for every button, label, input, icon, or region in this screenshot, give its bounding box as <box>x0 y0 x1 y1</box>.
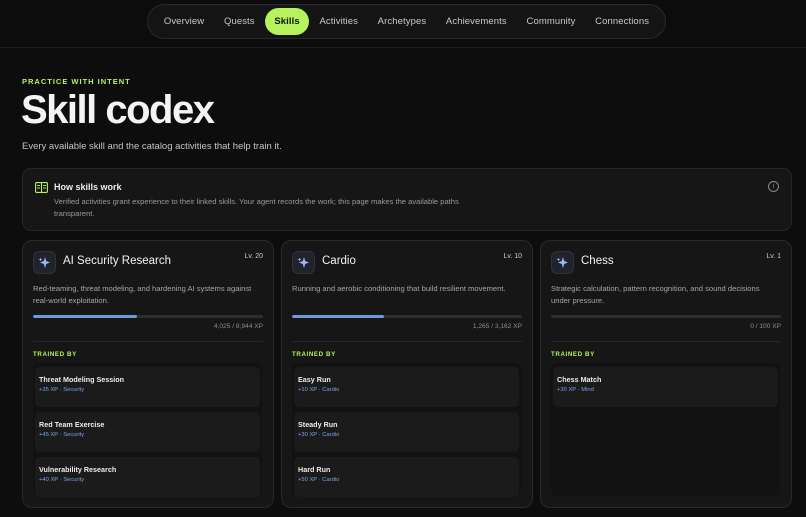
page-title: Skill codex <box>21 88 215 132</box>
skill-description: Strategic calculation, pattern recogniti… <box>551 284 760 305</box>
activity-item[interactable]: Red Team Exercise +45 XP · Security <box>35 412 260 452</box>
divider <box>33 341 263 342</box>
skill-level: Lv. 10 <box>503 253 522 260</box>
skill-card-cardio: Cardio Lv. 10 Running and aerobic condit… <box>281 240 533 508</box>
trained-by-label: TRAINED BY <box>292 351 336 358</box>
activity-meta: +10 XP · Cardio <box>298 387 340 393</box>
divider <box>551 341 781 342</box>
activity-name: Vulnerability Research <box>39 465 117 474</box>
activity-item[interactable]: Vulnerability Research +40 XP · Security <box>35 457 260 497</box>
activity-list: Threat Modeling Session +35 XP · Securit… <box>33 363 262 497</box>
page-eyebrow: PRACTICE WITH INTENT <box>22 77 131 86</box>
info-body: Verified activities grant experience to … <box>54 197 459 218</box>
skill-name: AI Security Research <box>63 255 172 267</box>
skill-name: Cardio <box>322 255 356 267</box>
divider <box>292 341 522 342</box>
main-nav: Overview Quests Skills Activities Archet… <box>147 4 666 39</box>
skill-level: Lv. 1 <box>766 253 781 260</box>
activity-name: Hard Run <box>298 465 331 474</box>
activity-list: Chess Match +30 XP · Mind <box>551 363 780 496</box>
activity-meta: +45 XP · Security <box>39 432 85 438</box>
activity-meta: +35 XP · Security <box>39 387 85 393</box>
activity-meta: +30 XP · Mind <box>557 387 594 393</box>
info-title: How skills work <box>54 182 122 192</box>
skill-description: Running and aerobic conditioning that bu… <box>292 284 506 293</box>
nav-skills[interactable]: Skills <box>265 8 309 35</box>
nav-quests[interactable]: Quests <box>215 8 264 35</box>
how-skills-work-panel: How skills work Verified activities gran… <box>22 168 792 231</box>
skill-card-ai-security-research: AI Security Research Lv. 20 Red-teaming,… <box>22 240 274 508</box>
trained-by-label: TRAINED BY <box>551 351 595 358</box>
skill-name: Chess <box>581 255 614 267</box>
activity-name: Threat Modeling Session <box>39 375 125 384</box>
activity-name: Chess Match <box>557 375 602 384</box>
nav-archetypes[interactable]: Archetypes <box>369 8 436 35</box>
nav-overview[interactable]: Overview <box>155 8 213 35</box>
xp-progress-bar <box>292 315 522 318</box>
info-icon[interactable]: i <box>768 181 779 192</box>
xp-text: 1,265 / 3,162 XP <box>472 323 522 330</box>
activity-meta: +50 XP · Cardio <box>298 477 340 483</box>
activity-list: Easy Run +10 XP · Cardio Steady Run +30 … <box>292 363 521 497</box>
xp-text: 0 / 100 XP <box>750 323 781 330</box>
activity-item[interactable]: Threat Modeling Session +35 XP · Securit… <box>35 367 260 407</box>
activity-item[interactable]: Steady Run +30 XP · Cardio <box>294 412 519 452</box>
nav-community[interactable]: Community <box>517 8 584 35</box>
activity-item[interactable]: Chess Match +30 XP · Mind <box>553 367 778 407</box>
skill-level: Lv. 20 <box>244 253 263 260</box>
xp-progress-bar <box>551 315 781 318</box>
activity-name: Red Team Exercise <box>39 420 105 429</box>
xp-progress-fill <box>292 315 384 318</box>
activity-name: Easy Run <box>298 375 331 384</box>
sparkle-icon <box>292 251 315 274</box>
trained-by-label: TRAINED BY <box>33 351 77 358</box>
sparkle-icon <box>551 251 574 274</box>
page-subtitle: Every available skill and the catalog ac… <box>22 141 282 152</box>
xp-progress-fill <box>33 315 137 318</box>
nav-achievements[interactable]: Achievements <box>437 8 516 35</box>
xp-progress-bar <box>33 315 263 318</box>
top-bar: Overview Quests Skills Activities Archet… <box>0 0 806 48</box>
nav-activities[interactable]: Activities <box>310 8 366 35</box>
activity-item[interactable]: Hard Run +50 XP · Cardio <box>294 457 519 497</box>
activity-name: Steady Run <box>298 420 338 429</box>
skill-description: Red-teaming, threat modeling, and harden… <box>33 284 252 305</box>
activity-item[interactable]: Easy Run +10 XP · Cardio <box>294 367 519 407</box>
sparkle-icon <box>33 251 56 274</box>
book-icon <box>35 182 48 193</box>
activity-meta: +30 XP · Cardio <box>298 432 340 438</box>
xp-text: 4,025 / 8,944 XP <box>213 323 263 330</box>
nav-connections[interactable]: Connections <box>586 8 658 35</box>
skill-card-chess: Chess Lv. 1 Strategic calculation, patte… <box>540 240 792 508</box>
activity-meta: +40 XP · Security <box>39 477 85 483</box>
